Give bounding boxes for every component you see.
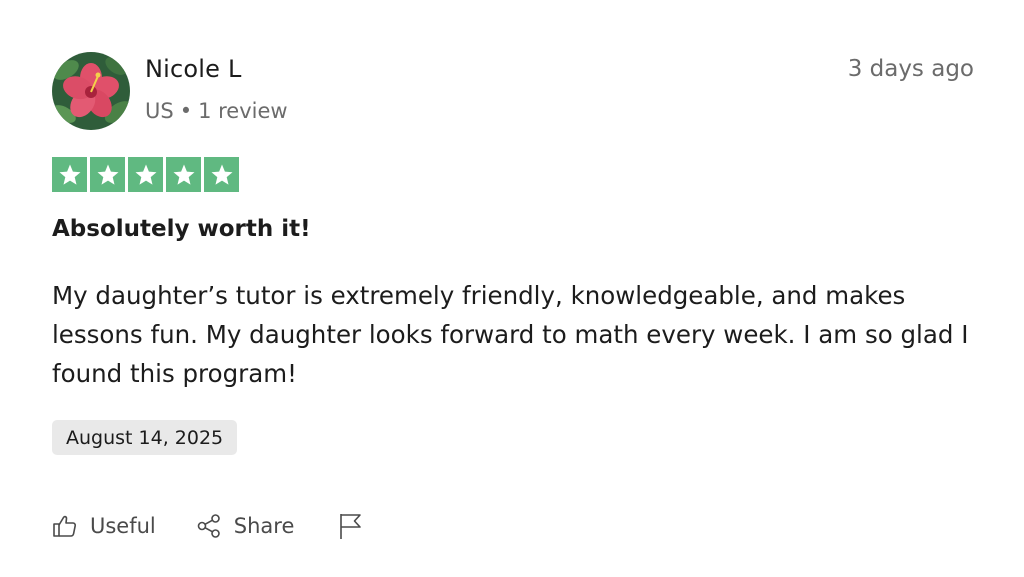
star-rating: [52, 157, 239, 192]
experience-date-badge: August 14, 2025: [52, 420, 238, 455]
review-count: 1 review: [198, 99, 288, 123]
thumbs-up-icon: [53, 515, 77, 537]
review-actions: Useful Share: [52, 506, 376, 546]
report-button[interactable]: [338, 512, 376, 540]
star-icon: [166, 157, 201, 192]
posted-time: 3 days ago: [847, 56, 974, 82]
star-icon: [52, 157, 87, 192]
avatar[interactable]: [52, 52, 130, 130]
meta-separator: •: [179, 99, 193, 123]
review-body: My daughter’s tutor is extremely friendl…: [52, 281, 969, 388]
star-icon: [204, 157, 239, 192]
reviewer-meta: US • 1 review: [145, 99, 288, 123]
share-icon: [197, 514, 220, 538]
useful-label: Useful: [90, 514, 156, 538]
review-title[interactable]: Absolutely worth it!: [52, 216, 311, 242]
reviewer-country: US: [145, 99, 174, 123]
useful-button[interactable]: Useful: [52, 513, 156, 539]
share-button[interactable]: Share: [196, 513, 295, 539]
reviewer-name[interactable]: Nicole L: [145, 55, 242, 83]
hibiscus-flower-avatar: [52, 52, 130, 130]
star-icon: [128, 157, 163, 192]
star-icon: [90, 157, 125, 192]
share-label: Share: [233, 514, 295, 538]
flag-icon: [340, 514, 362, 539]
